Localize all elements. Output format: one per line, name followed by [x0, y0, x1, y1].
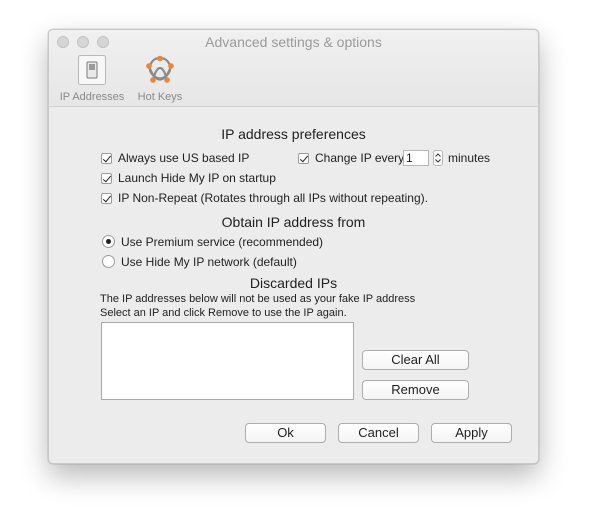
- change-ip-interval-field[interactable]: 1: [403, 150, 429, 166]
- toolbar-tab-ip-addresses[interactable]: IP Addresses: [55, 54, 129, 103]
- window-toolbar: Advanced settings & options IP Addresses…: [49, 30, 538, 107]
- discarded-ips-heading: Discarded IPs: [249, 275, 338, 291]
- premium-service-label: Use Premium service (recommended): [121, 235, 324, 249]
- stepper-arrows-icon: [435, 153, 441, 163]
- window-title: Advanced settings & options: [205, 34, 382, 50]
- discarded-ip-list[interactable]: [101, 322, 354, 400]
- ip-addresses-pane: IP address preferences Always use US bas…: [49, 107, 538, 463]
- apply-button[interactable]: Apply: [431, 423, 512, 443]
- launch-startup-checkbox[interactable]: [101, 173, 112, 184]
- discarded-info-line-2: Select an IP and click Remove to use the…: [100, 307, 347, 319]
- obtain-ip-heading: Obtain IP address from: [221, 214, 366, 230]
- premium-service-radio[interactable]: [102, 235, 115, 248]
- discarded-info-line-1: The IP addresses below will not be used …: [100, 293, 416, 305]
- ip-preferences-heading: IP address preferences: [221, 126, 366, 142]
- change-ip-checkbox[interactable]: [298, 153, 309, 164]
- always-us-checkbox[interactable]: [101, 153, 112, 164]
- clear-all-button[interactable]: Clear All: [362, 350, 469, 370]
- ok-button[interactable]: Ok: [245, 423, 326, 443]
- remove-button[interactable]: Remove: [362, 380, 469, 400]
- hidemyip-network-label: Use Hide My IP network (default): [121, 255, 297, 269]
- non-repeat-checkbox[interactable]: [101, 193, 112, 204]
- hotkeys-knot-icon: [146, 55, 174, 83]
- interval-stepper[interactable]: [433, 150, 443, 166]
- change-ip-label: Change IP every: [315, 151, 405, 165]
- hidemyip-network-radio[interactable]: [102, 255, 115, 268]
- settings-window: Advanced settings & options IP Addresses…: [48, 29, 539, 464]
- always-us-label: Always use US based IP: [118, 151, 250, 165]
- toolbar-tab-label: Hot Keys: [137, 91, 183, 103]
- switch-icon: [78, 55, 106, 85]
- minutes-label: minutes: [448, 151, 491, 165]
- toolbar-tab-label: IP Addresses: [59, 91, 125, 103]
- toolbar-tab-hot-keys[interactable]: Hot Keys: [131, 54, 189, 103]
- launch-startup-label: Launch Hide My IP on startup: [118, 171, 276, 185]
- cancel-button[interactable]: Cancel: [338, 423, 419, 443]
- non-repeat-label: IP Non-Repeat (Rotates through all IPs w…: [118, 191, 428, 205]
